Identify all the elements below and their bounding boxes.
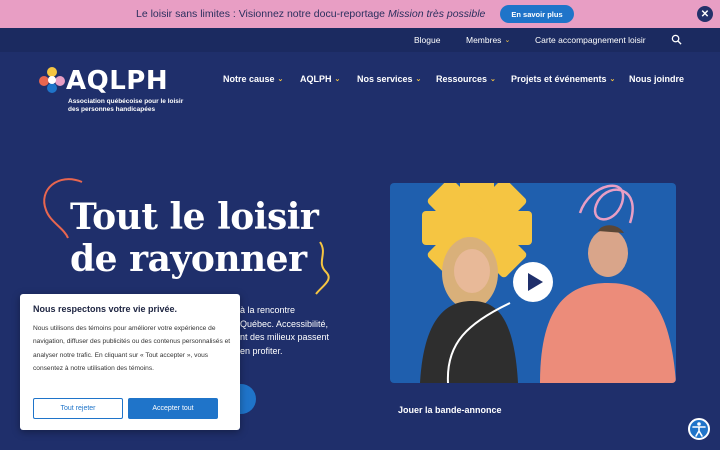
hero-desc-line: à la rencontre (240, 305, 296, 315)
play-icon[interactable] (512, 261, 554, 303)
subnav-item-label: Carte accompagnement loisir (535, 35, 646, 45)
announcement-banner: Le loisir sans limites : Visionnez notre… (0, 0, 720, 28)
chevron-down-icon: ⌄ (277, 76, 284, 83)
hero-title: Tout le loisir de rayonner (70, 196, 319, 280)
cookie-body: Nous utilisons des témoins pour améliore… (33, 325, 231, 373)
hero-title-line2: de rayonner (70, 238, 307, 280)
banner-text-main: Le loisir sans limites : Visionnez notre… (136, 8, 388, 20)
person-man (540, 225, 676, 383)
subnav-item-membres[interactable]: Membres ⌄ (466, 35, 510, 45)
chevron-down-icon: ⌄ (415, 76, 422, 83)
nav-item-label: Ressources (436, 74, 488, 84)
banner-text: Le loisir sans limites : Visionnez notre… (136, 8, 485, 20)
nav-item-nos-services[interactable]: Nos services ⌄ (357, 74, 421, 84)
hero-desc-line: Québec. Accessibilité, (240, 318, 329, 329)
nav-item-aqlph[interactable]: AQLPH ⌄ (300, 74, 340, 84)
accept-all-button[interactable]: Accepter tout (128, 398, 218, 419)
chevron-down-icon: ⌄ (609, 76, 616, 83)
chevron-down-icon: ⌄ (504, 37, 511, 44)
subnav-item-label: Membres (466, 35, 502, 45)
nav-item-label: Nos services (357, 74, 413, 84)
hero-desc-line: en profiter. (240, 345, 283, 356)
chevron-down-icon: ⌄ (334, 76, 341, 83)
nav-item-notre-cause[interactable]: Notre cause ⌄ (223, 74, 283, 84)
accessibility-icon[interactable] (688, 418, 710, 440)
logo-subtitle: Association québécoise pour le loisir de… (68, 98, 184, 113)
subnav-item-carte[interactable]: Carte accompagnement loisir (535, 35, 646, 45)
hero-desc-line: nt des milieux passent (240, 332, 330, 342)
secondary-nav: Blogue Membres ⌄ Carte accompagnement loi… (0, 28, 720, 52)
cookie-title: Nous respectons votre vie privée. (33, 304, 178, 314)
cookie-consent-dialog: Nous respectons votre vie privée. Nous u… (20, 294, 240, 430)
nav-item-ressources[interactable]: Ressources ⌄ (436, 74, 496, 84)
logo-mark-icon[interactable] (38, 66, 66, 94)
nav-item-label: Nous joindre (629, 74, 685, 84)
logo-wordmark[interactable]: AQLPH (66, 66, 168, 96)
subnav-item-label: Blogue (414, 35, 441, 45)
reject-all-button[interactable]: Tout rejeter (33, 398, 123, 419)
search-icon[interactable] (671, 34, 682, 45)
banner-text-italic: Mission très possible (387, 8, 486, 20)
learn-more-button[interactable]: En savoir plus (500, 5, 574, 23)
close-banner-icon[interactable]: ✕ (697, 6, 713, 22)
hero-description: à la rencontre Québec. Accessibilité, nt… (240, 304, 340, 358)
nav-item-projets[interactable]: Projets et événements ⌄ (511, 74, 615, 84)
nav-item-label: AQLPH (300, 74, 332, 84)
nav-item-nous-joindre[interactable]: Nous joindre (629, 74, 684, 84)
nav-item-label: Notre cause (223, 74, 275, 84)
video-caption[interactable]: Jouer la bande-annonce (398, 405, 502, 415)
hero-title-line1: Tout le loisir (70, 196, 319, 238)
chevron-down-icon: ⌄ (490, 76, 496, 83)
accessibility-figure (692, 422, 706, 437)
subnav-item-blogue[interactable]: Blogue (414, 35, 440, 45)
nav-item-label: Projets et événements (511, 74, 607, 84)
video-player[interactable] (390, 183, 676, 383)
